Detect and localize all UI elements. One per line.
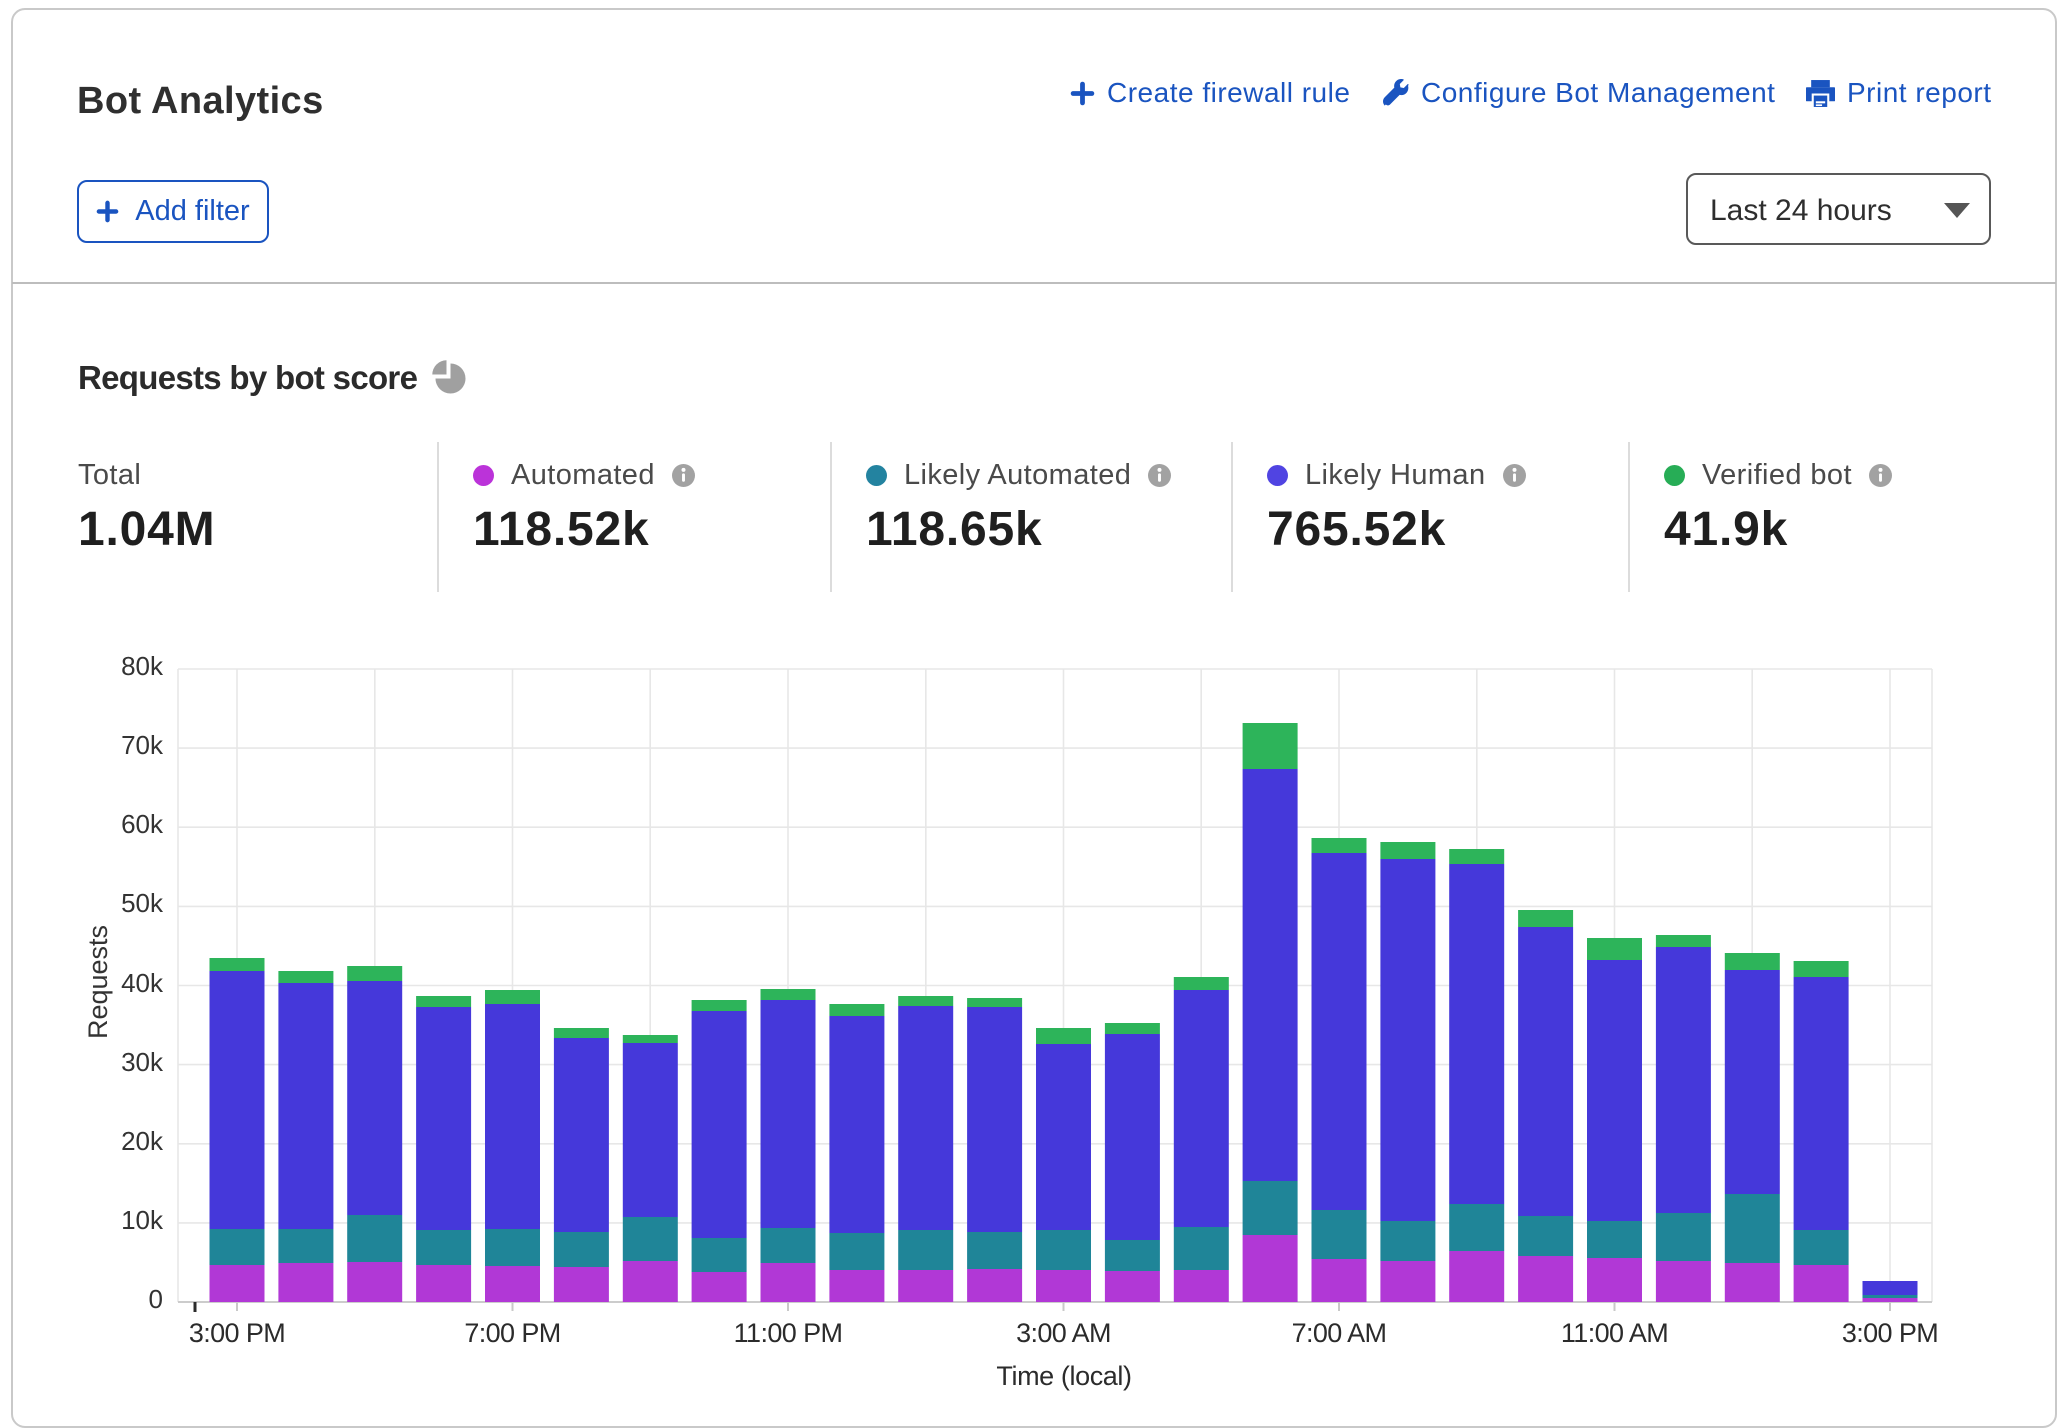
svg-text:30k: 30k	[121, 1047, 164, 1077]
svg-text:Time (local): Time (local)	[996, 1361, 1131, 1391]
svg-text:7:00 AM: 7:00 AM	[1292, 1318, 1387, 1348]
svg-text:Requests: Requests	[83, 925, 113, 1039]
svg-text:3:00 PM: 3:00 PM	[189, 1318, 285, 1348]
svg-text:0: 0	[149, 1284, 163, 1314]
svg-text:70k: 70k	[121, 730, 164, 760]
svg-text:3:00 AM: 3:00 AM	[1016, 1318, 1111, 1348]
svg-text:11:00 AM: 11:00 AM	[1561, 1318, 1668, 1348]
svg-text:40k: 40k	[121, 968, 164, 998]
svg-text:50k: 50k	[121, 888, 164, 918]
svg-text:10k: 10k	[121, 1205, 164, 1235]
svg-text:80k: 80k	[121, 651, 164, 681]
svg-text:60k: 60k	[121, 809, 164, 839]
svg-text:3:00 PM: 3:00 PM	[1842, 1318, 1938, 1348]
svg-text:11:00 PM: 11:00 PM	[734, 1318, 843, 1348]
svg-text:20k: 20k	[121, 1126, 164, 1156]
svg-text:7:00 PM: 7:00 PM	[464, 1318, 560, 1348]
